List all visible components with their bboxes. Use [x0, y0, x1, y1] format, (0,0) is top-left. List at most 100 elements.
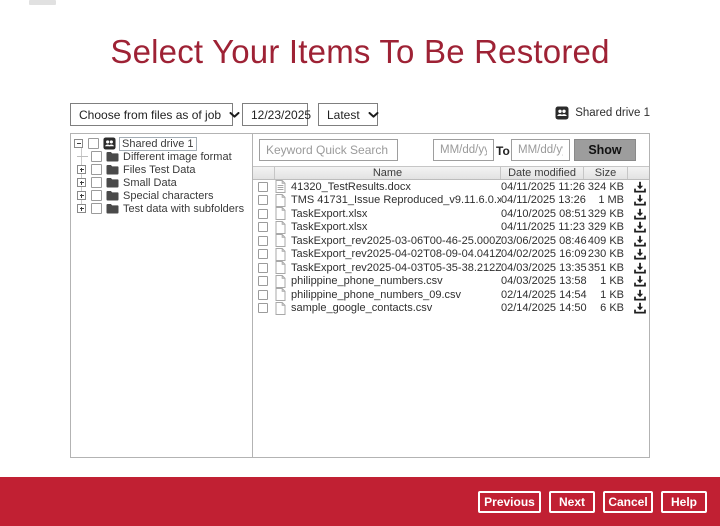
- tree-item-label[interactable]: Files Test Data: [123, 164, 196, 176]
- folder-tree: Shared drive 1 Different image format Fi…: [71, 134, 253, 457]
- tree-item-label[interactable]: Different image format: [123, 151, 232, 163]
- file-date-modified: 02/14/2025 14:54: [501, 288, 587, 301]
- tree-root-row[interactable]: Shared drive 1: [71, 136, 252, 151]
- shared-drive-icon: [103, 137, 116, 150]
- row-checkbox[interactable]: [258, 235, 268, 246]
- drive-badge: Shared drive 1: [555, 106, 650, 120]
- file-date-modified: 02/14/2025 14:50: [501, 302, 587, 315]
- expand-toggle-icon[interactable]: [77, 178, 86, 187]
- row-checkbox[interactable]: [258, 208, 268, 219]
- file-name: TaskExport.xlsx: [291, 221, 368, 234]
- restore-wizard-screen: Select Your Items To Be Restored Choose …: [0, 0, 720, 526]
- tree-item[interactable]: Files Test Data: [77, 163, 252, 176]
- file-size: 329 KB: [587, 207, 624, 220]
- date-from-input[interactable]: [433, 139, 494, 161]
- download-icon[interactable]: [628, 194, 651, 206]
- show-button[interactable]: Show: [574, 139, 636, 161]
- table-row[interactable]: TaskExport.xlsx 04/11/2025 11:23 329 KB: [253, 220, 651, 235]
- table-row[interactable]: philippine_phone_numbers_09.csv 02/14/20…: [253, 288, 649, 302]
- file-date-modified: 04/11/2025 11:23: [501, 221, 586, 234]
- job-version-select-value: Latest: [327, 107, 360, 122]
- logo-partial: [29, 0, 56, 5]
- tree-item[interactable]: Special characters: [77, 189, 252, 202]
- header-size[interactable]: Size: [584, 167, 628, 179]
- download-icon[interactable]: [628, 289, 651, 301]
- tree-checkbox[interactable]: [91, 151, 102, 162]
- table-row[interactable]: TaskExport_rev2025-04-03T05-35-38.212Z.x…: [253, 261, 649, 275]
- file-date-modified: 04/03/2025 13:35: [501, 261, 587, 274]
- table-row[interactable]: 41320_TestResults.docx 04/11/2025 11:26 …: [253, 180, 649, 194]
- search-input[interactable]: [259, 139, 398, 161]
- row-checkbox[interactable]: [258, 276, 268, 287]
- tree-item-label[interactable]: Small Data: [123, 177, 177, 189]
- job-snapshot-select[interactable]: Choose from files as of job: [70, 103, 240, 126]
- tree-checkbox[interactable]: [91, 203, 102, 214]
- next-button[interactable]: Next: [549, 491, 595, 513]
- file-date-modified: 03/06/2025 08:46: [501, 234, 587, 247]
- expand-toggle-icon[interactable]: [77, 191, 86, 200]
- file-icon: [275, 180, 286, 194]
- download-icon[interactable]: [628, 221, 651, 233]
- tree-checkbox[interactable]: [91, 177, 102, 188]
- help-button[interactable]: Help: [661, 491, 707, 513]
- row-checkbox[interactable]: [258, 249, 268, 260]
- row-checkbox[interactable]: [258, 222, 268, 233]
- file-date-modified: 04/11/2025 11:26: [501, 180, 586, 193]
- download-icon[interactable]: [628, 262, 651, 274]
- tree-branch-line: [77, 152, 88, 161]
- table-row[interactable]: TaskExport_rev2025-04-02T08-09-04.041Z.x…: [253, 247, 651, 262]
- row-checkbox[interactable]: [258, 303, 268, 314]
- file-browser: Shared drive 1 Different image format Fi…: [70, 133, 650, 458]
- file-name: sample_google_contacts.csv: [291, 302, 433, 315]
- header-date-modified[interactable]: Date modified: [501, 167, 584, 179]
- row-checkbox[interactable]: [258, 262, 268, 273]
- file-name: TaskExport.xlsx: [291, 207, 368, 220]
- download-icon[interactable]: [628, 248, 651, 260]
- folder-icon: [106, 164, 119, 175]
- table-row[interactable]: sample_google_contacts.csv 02/14/2025 14…: [253, 301, 651, 316]
- file-icon: [275, 247, 286, 261]
- file-size: 324 KB: [587, 180, 624, 193]
- collapse-toggle-icon[interactable]: [74, 139, 83, 148]
- row-checkbox[interactable]: [258, 289, 268, 300]
- row-checkbox[interactable]: [258, 195, 268, 206]
- table-row[interactable]: philippine_phone_numbers.csv 04/03/2025 …: [253, 274, 651, 289]
- folder-icon: [106, 203, 119, 214]
- job-date-select[interactable]: 12/23/2025: [242, 103, 330, 126]
- download-icon[interactable]: [628, 302, 651, 314]
- download-icon[interactable]: [628, 235, 651, 247]
- job-version-select[interactable]: Latest: [318, 103, 379, 126]
- expand-toggle-icon[interactable]: [77, 165, 86, 174]
- tree-item[interactable]: Different image format: [77, 150, 252, 163]
- drive-badge-label: Shared drive 1: [575, 107, 650, 119]
- tree-root-label[interactable]: Shared drive 1: [119, 136, 197, 151]
- file-size: 1 KB: [600, 288, 624, 301]
- expand-toggle-icon[interactable]: [77, 204, 86, 213]
- row-checkbox[interactable]: [258, 181, 268, 192]
- file-icon: [275, 301, 286, 315]
- table-row[interactable]: TMS 41731_Issue Reproduced_v9.11.6.0.xls…: [253, 193, 651, 208]
- tree-item-label[interactable]: Special characters: [123, 190, 214, 202]
- tree-items: Different image format Files Test Data S…: [71, 150, 252, 215]
- date-to-input[interactable]: [511, 139, 570, 161]
- tree-checkbox[interactable]: [91, 164, 102, 175]
- download-icon[interactable]: [628, 275, 651, 287]
- header-checkbox-column: [253, 167, 275, 179]
- tree-checkbox[interactable]: [88, 138, 99, 149]
- file-date-modified: 04/03/2025 13:58: [501, 275, 587, 288]
- header-name[interactable]: Name: [275, 167, 501, 179]
- tree-item-label[interactable]: Test data with subfolders: [123, 203, 244, 215]
- download-icon[interactable]: [628, 181, 651, 193]
- file-icon: [275, 220, 286, 234]
- cancel-button[interactable]: Cancel: [603, 491, 653, 513]
- tree-item[interactable]: Test data with subfolders: [77, 202, 252, 215]
- download-icon[interactable]: [628, 208, 651, 220]
- file-name: philippine_phone_numbers_09.csv: [291, 288, 462, 301]
- file-size: 409 KB: [587, 234, 624, 247]
- file-list-panel: To Show Name Date modified Size: [253, 134, 649, 457]
- table-row[interactable]: TaskExport.xlsx 04/10/2025 08:51 329 KB: [253, 207, 649, 221]
- tree-item[interactable]: Small Data: [77, 176, 252, 189]
- tree-checkbox[interactable]: [91, 190, 102, 201]
- previous-button[interactable]: Previous: [478, 491, 541, 513]
- table-row[interactable]: TaskExport_rev2025-03-06T00-46-25.000Z.x…: [253, 234, 649, 248]
